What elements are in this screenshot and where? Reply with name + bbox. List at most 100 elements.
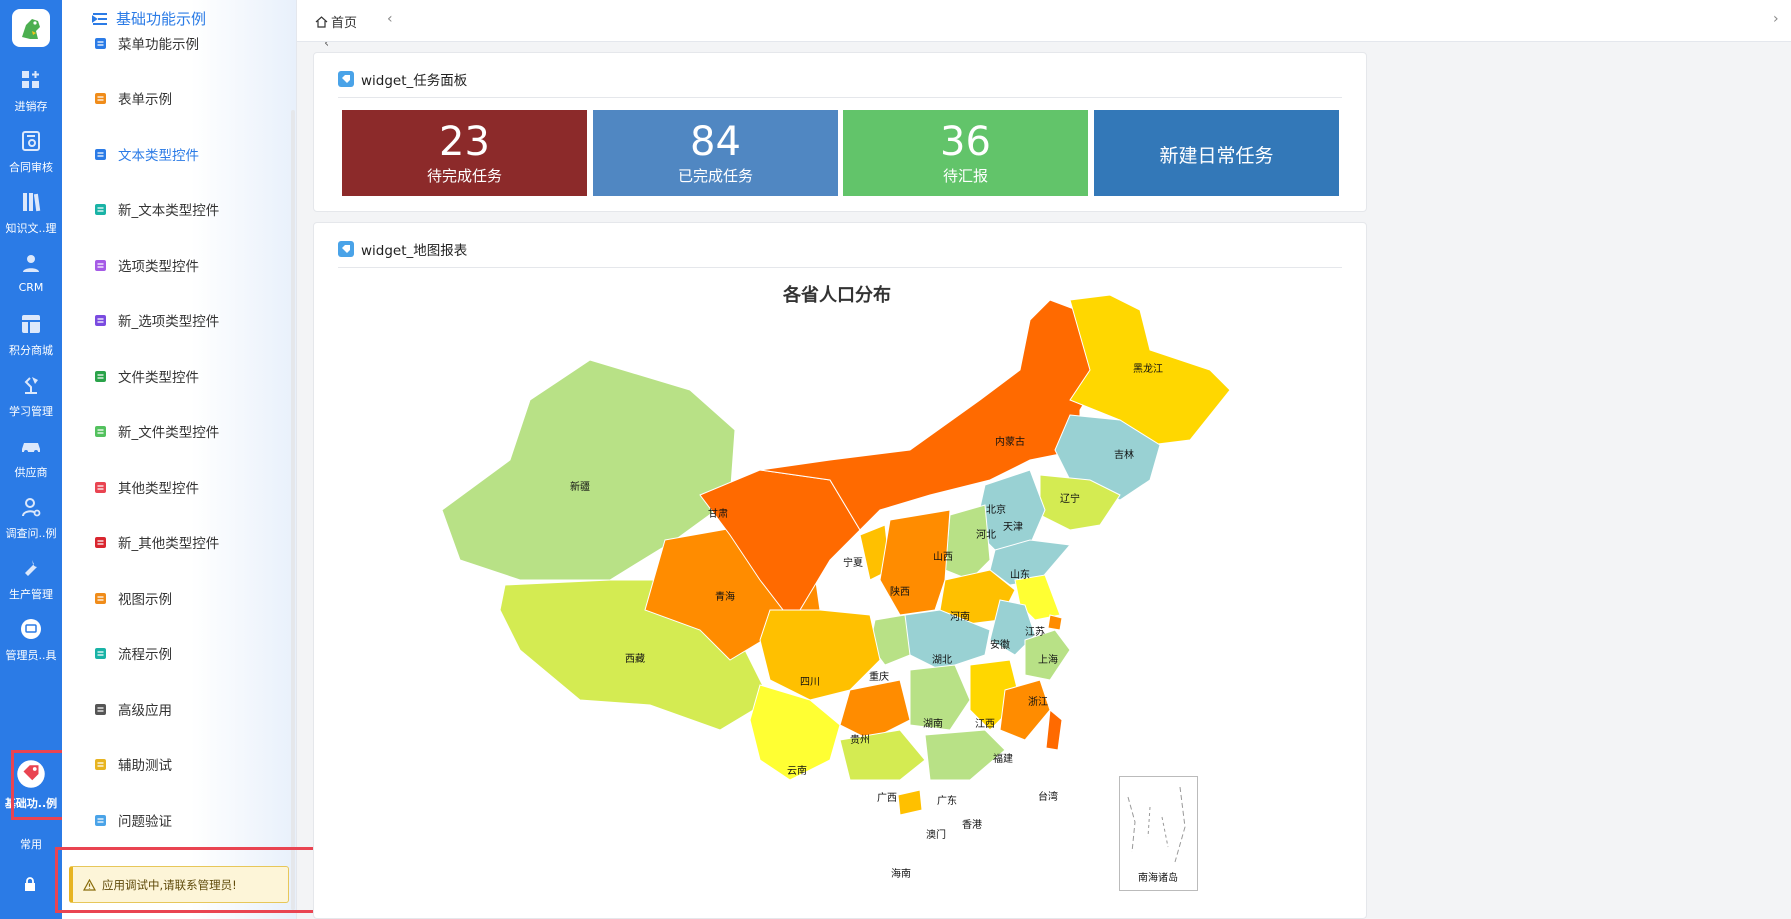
province-label: 西藏 [625, 653, 645, 665]
sidebar-menu: 基础功能示例 [62, 0, 297, 919]
chevron-left-icon[interactable]: ‹ [387, 11, 393, 27]
new-daily-task-button[interactable]: 新建日常任务 [1094, 110, 1339, 196]
tile-label: 已完成任务 [677, 166, 753, 185]
tab-home-label: 首页 [331, 16, 358, 31]
doc-icon [92, 146, 108, 162]
menu-item-label: 菜单功能示例 [118, 37, 199, 53]
province-label: 广西 [877, 792, 897, 804]
car-icon [22, 443, 40, 454]
warning-icon [83, 878, 96, 891]
rail-item-learning[interactable]: 学习管理 [0, 369, 62, 439]
province-label: 山西 [933, 551, 953, 563]
rail-item-crm[interactable]: CRM [0, 247, 62, 317]
users-icon [23, 255, 39, 272]
highlight-frame [11, 750, 66, 820]
tile-to-report[interactable]: 36 待汇报 [843, 110, 1088, 196]
province-label: 新疆 [570, 480, 590, 493]
menu-item-label: 视图示例 [118, 592, 172, 608]
province-label: 辽宁 [1060, 492, 1080, 505]
tab-bar: 首页 ‹ › [297, 0, 1791, 42]
province-label: 四川 [800, 677, 820, 688]
menu-item-label: 辅助测试 [118, 758, 172, 774]
debug-notice-text: 应用调试中,请联系管理员! [102, 877, 237, 892]
rail-label: 积分商城 [9, 344, 53, 357]
map-panel-title-text: widget_地图报表 [361, 243, 468, 259]
rail-label: 生产管理 [9, 588, 53, 601]
menu-item[interactable]: 新_文件类型控件‹ [92, 416, 337, 446]
tag-icon [338, 71, 354, 87]
menu-item-label: 新_文件类型控件 [118, 425, 220, 441]
rail-label: 管理员..具 [5, 649, 57, 662]
rail-item-jxc[interactable]: 进销存 [0, 64, 62, 134]
menu-item[interactable]: 新_其他类型控件‹ [92, 527, 337, 557]
province-label: 福建 [993, 752, 1013, 765]
rail-item-contract[interactable]: 合同审核 [0, 125, 62, 195]
menu-fold-icon [92, 12, 107, 25]
menu-item[interactable]: 问题验证‹ [92, 805, 337, 835]
app-logo[interactable] [12, 9, 50, 47]
task-panel-title: widget_任务面板 [338, 69, 467, 89]
lamp-icon [24, 377, 38, 394]
list-icon [92, 35, 108, 51]
books-icon [23, 193, 41, 212]
menu-item[interactable]: 其他类型控件‹ [92, 472, 337, 502]
menu-item[interactable]: 表单示例‹ [92, 83, 337, 113]
tab-home[interactable]: 首页 [315, 12, 357, 31]
rail-item-production[interactable]: 生产管理 [0, 552, 62, 622]
rail-item-admin-tools[interactable]: 管理员..具 [0, 613, 62, 683]
shuffle-icon [92, 645, 108, 661]
menu-item[interactable]: 新_选项类型控件‹ [92, 305, 337, 335]
home-icon [315, 15, 328, 28]
province-shanxi [944, 504, 991, 581]
tile-completed-tasks[interactable]: 84 已完成任务 [593, 110, 838, 196]
rail-label: 学习管理 [9, 405, 53, 418]
rail-item-mall[interactable]: 积分商城 [0, 308, 62, 378]
province-label: 甘肃 [708, 507, 728, 520]
province-label: 山东 [1010, 568, 1030, 581]
checkbox-icon [92, 312, 108, 328]
menu-item[interactable]: 辅助测试‹ [92, 749, 337, 779]
menu-item[interactable]: 视图示例‹ [92, 583, 337, 613]
menu-item[interactable]: 文件类型控件‹ [92, 361, 337, 391]
menu-item-label: 高级应用 [118, 703, 172, 719]
folder-icon [92, 423, 108, 439]
rail-item-supplier[interactable]: 供应商 [0, 430, 62, 500]
province-label: 云南 [787, 764, 807, 777]
rail-label: 合同审核 [9, 161, 53, 174]
map-panel-title: widget_地图报表 [338, 239, 467, 259]
chevron-right-icon[interactable]: › [1773, 11, 1779, 27]
divider [338, 267, 1342, 268]
tile-label: 待完成任务 [426, 166, 502, 185]
menu-item[interactable]: 高级应用‹ [92, 694, 337, 724]
province-label: 黑龙江 [1133, 362, 1163, 375]
inset-label: 南海诸岛 [1138, 873, 1178, 884]
lock-icon[interactable] [23, 876, 37, 892]
province-sichuan [759, 609, 881, 701]
table-icon [92, 90, 108, 106]
app-rail: 进销存 合同审核 知识文..理 CRM 积分商城 学习管理 供应商 调查问..例… [0, 0, 66, 919]
menu-item[interactable]: 新_文本类型控件‹ [92, 194, 337, 224]
tag-icon [92, 812, 108, 828]
menu-item-label: 其他类型控件 [118, 481, 199, 497]
menu-item-label: 新_选项类型控件 [118, 314, 220, 330]
province-hainan [897, 789, 923, 816]
sidebar-scrollbar[interactable] [291, 110, 295, 910]
cube-icon [92, 479, 108, 495]
menu-item[interactable]: 文本类型控件‹ [92, 139, 337, 169]
rail-item-survey[interactable]: 调查问..例 [0, 491, 62, 561]
province-label: 天津 [1003, 521, 1023, 533]
province-shanghai [1047, 614, 1063, 631]
menu-item[interactable]: 流程示例‹ [92, 638, 337, 668]
sidebar-header[interactable]: 基础功能示例 [92, 8, 206, 29]
rail-label: 知识文..理 [5, 222, 57, 235]
rail-item-knowledge[interactable]: 知识文..理 [0, 186, 62, 256]
divider [338, 97, 1342, 98]
menu-item[interactable]: 选项类型控件‹ [92, 250, 337, 280]
grid-plus-icon [22, 71, 39, 88]
checkbox-icon [92, 257, 108, 273]
province-label: 重庆 [869, 670, 889, 683]
tile-pending-tasks[interactable]: 23 待完成任务 [342, 110, 587, 196]
rail-label: 进销存 [14, 100, 48, 113]
columns-icon [92, 590, 108, 606]
province-label: 台湾 [1038, 790, 1058, 803]
